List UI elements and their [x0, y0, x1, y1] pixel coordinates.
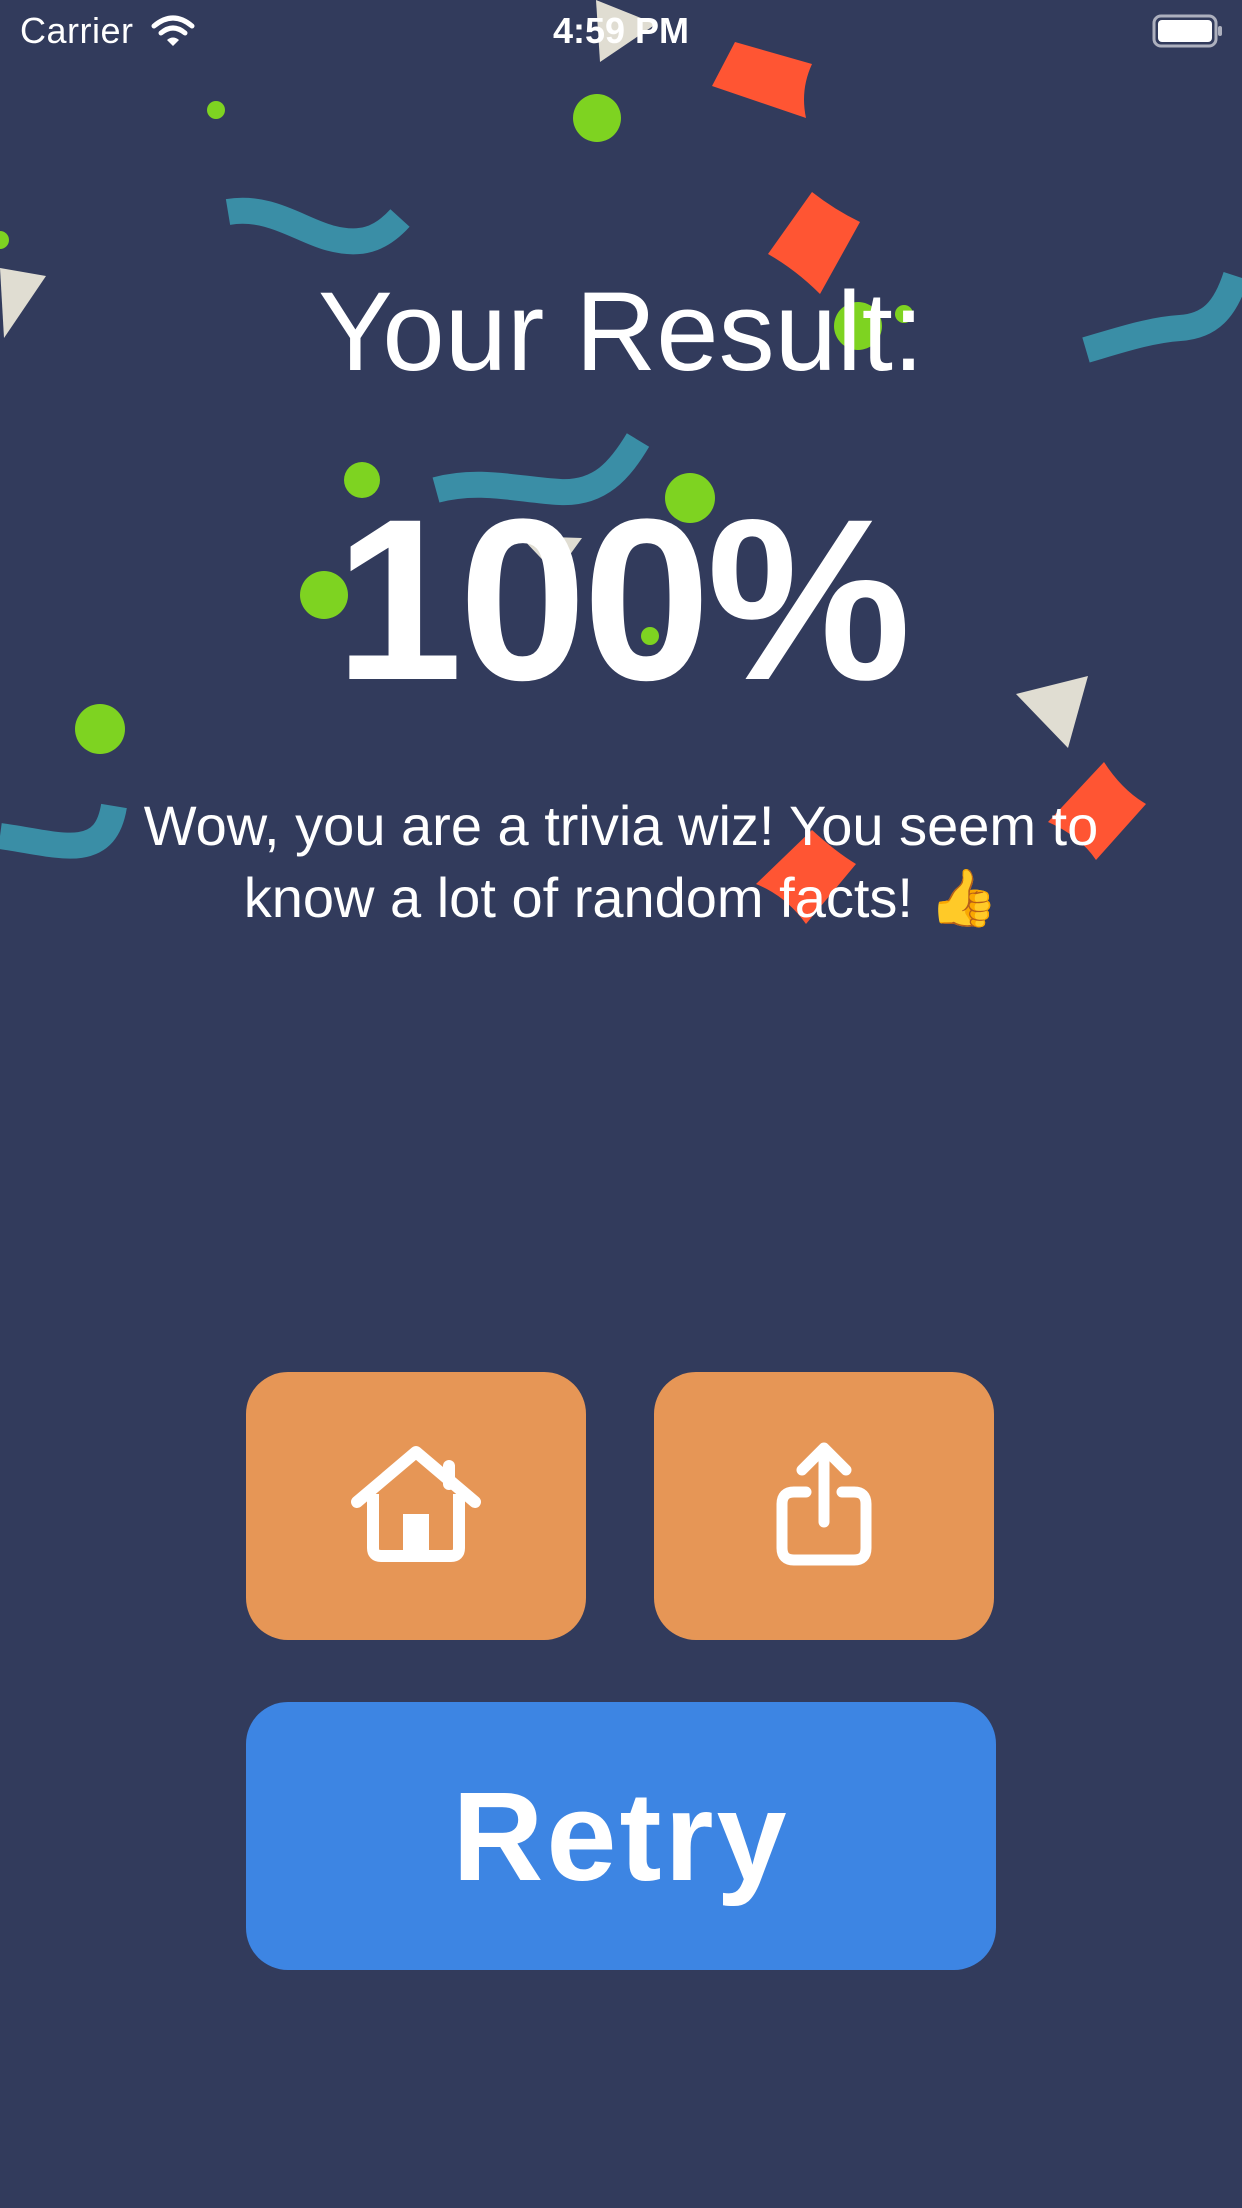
home-icon: [351, 1444, 481, 1569]
result-title: Your Result:: [318, 269, 924, 394]
status-time: 4:59 PM: [552, 10, 690, 51]
retry-button[interactable]: Retry: [246, 1702, 996, 1970]
score-percentage: 100%: [334, 471, 911, 728]
battery-icon: [1152, 14, 1224, 53]
share-button[interactable]: [654, 1372, 994, 1640]
result-message: Wow, you are a trivia wiz! You seem to k…: [143, 794, 1099, 929]
status-bar: Carrier 4:59 PM: [0, 0, 1242, 60]
share-icon: [774, 1442, 874, 1571]
home-button[interactable]: [246, 1372, 586, 1640]
